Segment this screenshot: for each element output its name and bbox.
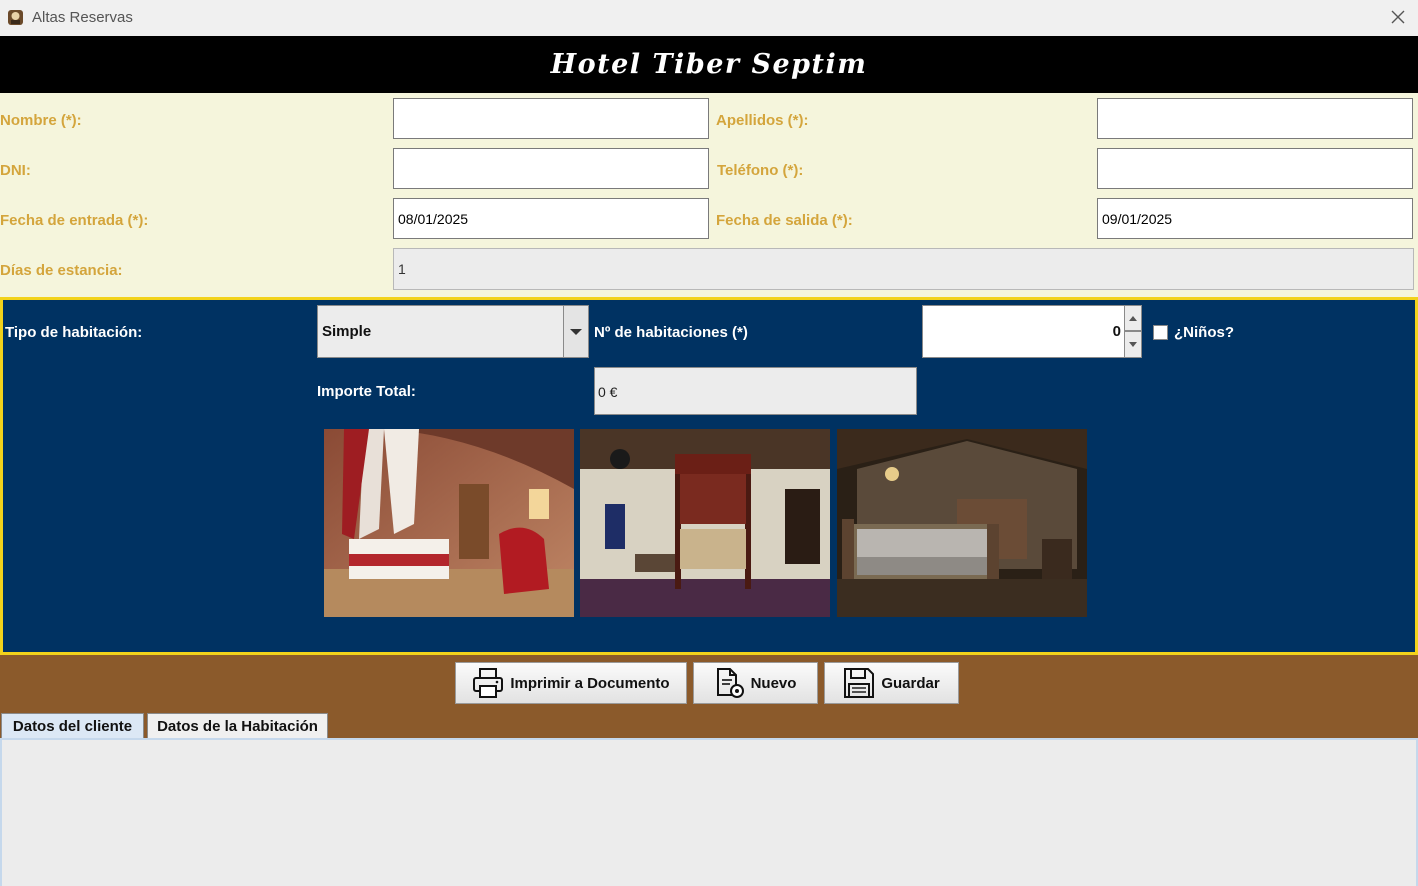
num-habitaciones-value: 0: [1112, 323, 1121, 340]
room-photo-2: [580, 429, 830, 617]
fecha-salida-input[interactable]: 09/01/2025: [1097, 198, 1413, 239]
ninos-checkbox[interactable]: [1153, 325, 1168, 340]
telefono-input[interactable]: [1097, 148, 1413, 189]
print-button[interactable]: Imprimir a Documento: [455, 662, 687, 704]
room-photo-1: [324, 429, 574, 617]
chevron-down-icon[interactable]: [563, 305, 589, 358]
telefono-label: Teléfono (*):: [717, 162, 804, 179]
tab-content-area: [0, 738, 1418, 886]
print-button-label: Imprimir a Documento: [510, 674, 670, 692]
dni-label: DNI:: [0, 162, 31, 179]
fecha-entrada-label: Fecha de entrada (*):: [0, 212, 149, 229]
fecha-salida-label: Fecha de salida (*):: [716, 212, 853, 229]
ninos-label: ¿Niños?: [1174, 324, 1234, 341]
importe-total-value: 0 €: [598, 384, 618, 400]
importe-total-label: Importe Total:: [317, 383, 416, 400]
new-button-label: Nuevo: [750, 674, 797, 692]
save-button[interactable]: Guardar: [824, 662, 959, 704]
tipo-habitacion-value: Simple: [322, 323, 372, 340]
apellidos-label: Apellidos (*):: [716, 112, 809, 129]
nombre-label: Nombre (*):: [0, 112, 82, 129]
save-button-label: Guardar: [881, 674, 940, 692]
tab-datos-cliente[interactable]: Datos del cliente: [1, 713, 144, 739]
window-title: Altas Reservas: [32, 9, 133, 26]
new-button[interactable]: Nuevo: [693, 662, 818, 704]
app-icon: [7, 9, 24, 26]
room-photo-3: [837, 429, 1087, 617]
new-document-icon: [716, 668, 744, 698]
tipo-habitacion-label: Tipo de habitación:: [5, 324, 143, 341]
save-floppy-icon: [844, 668, 875, 698]
fecha-entrada-input[interactable]: 08/01/2025: [393, 198, 709, 239]
dni-input[interactable]: [393, 148, 709, 189]
hotel-name-title: Hotel Tiber Septim: [550, 49, 868, 80]
printer-icon: [473, 668, 504, 698]
nombre-input[interactable]: [393, 98, 709, 139]
dias-estancia-field: 1: [393, 248, 1414, 290]
close-icon[interactable]: [1388, 7, 1408, 27]
importe-total-field: [594, 367, 917, 415]
spinner-down-icon[interactable]: [1124, 331, 1142, 358]
tab-datos-habitacion[interactable]: Datos de la Habitación: [147, 713, 328, 739]
apellidos-input[interactable]: [1097, 98, 1413, 139]
window-titlebar: [0, 0, 1418, 36]
dias-estancia-label: Días de estancia:: [0, 262, 123, 279]
spinner-up-icon[interactable]: [1124, 305, 1142, 331]
num-habitaciones-label: Nº de habitaciones (*): [594, 324, 748, 341]
